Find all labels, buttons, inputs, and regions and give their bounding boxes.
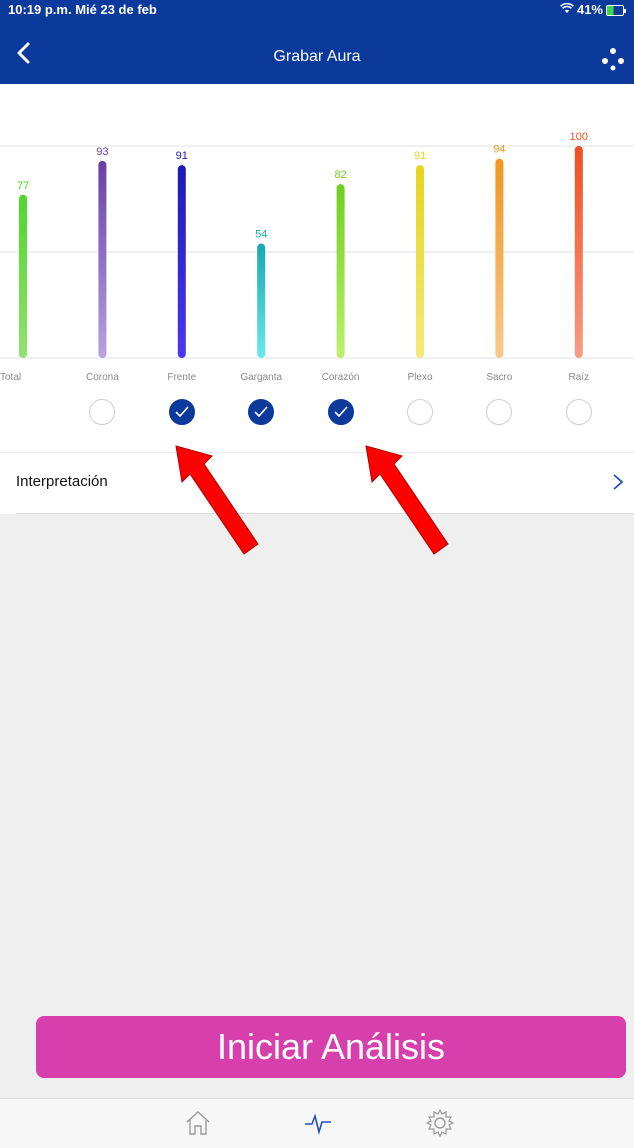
tab-record[interactable]: [302, 1107, 334, 1139]
category-label: Sacro: [486, 372, 513, 383]
checkmark-icon: [334, 406, 348, 418]
select-plexo-checkbox[interactable]: [407, 399, 433, 425]
divider: [16, 513, 634, 514]
value-label: 82: [334, 169, 346, 181]
battery-percent: 41%: [576, 2, 603, 17]
value-label: 94: [493, 144, 505, 156]
category-label: Garganta: [240, 372, 282, 383]
value-label: 100: [570, 131, 588, 143]
bar-garganta: [257, 243, 266, 358]
value-label: 91: [414, 150, 426, 162]
status-battery: 41%: [560, 0, 626, 20]
category-label: Total: [0, 372, 21, 383]
select-garganta-checkbox[interactable]: [248, 399, 275, 425]
select-corazón-checkbox[interactable]: [327, 399, 354, 425]
select-frente-checkbox[interactable]: [168, 399, 195, 425]
bar-chart: 77 Total 93 Corona 91 Frente 54 Garganta 82 Coraz…: [0, 131, 634, 383]
gear-icon: [425, 1108, 455, 1138]
checkmark-icon: [254, 406, 268, 418]
select-sacro-checkbox[interactable]: [486, 399, 513, 425]
bar-corazón: [336, 184, 345, 358]
bar-corona: [98, 160, 107, 358]
value-label: 54: [255, 229, 267, 241]
checkmark-icon: [175, 406, 189, 418]
value-label: 77: [17, 180, 29, 192]
wifi-icon: [560, 0, 574, 20]
chevron-right-icon: [613, 474, 624, 490]
dots-menu-icon: [602, 48, 624, 71]
page-title: Grabar Aura: [273, 48, 361, 65]
category-label: Plexo: [407, 372, 432, 383]
tab-home[interactable]: [182, 1107, 214, 1139]
value-label: 91: [176, 150, 188, 162]
annotation-arrow-left-icon: [175, 445, 259, 555]
bar-frente: [177, 165, 186, 358]
status-time: 10:19 p.m. Mié 23 de feb: [8, 2, 157, 17]
select-raíz-checkbox[interactable]: [565, 399, 592, 425]
tab-settings[interactable]: [424, 1107, 456, 1139]
annotation-arrow-right-icon: [365, 445, 449, 555]
home-icon: [186, 1111, 210, 1135]
category-label: Frente: [167, 372, 196, 383]
interpretation-row[interactable]: Interpretación: [0, 452, 634, 514]
bar-raíz: [574, 146, 583, 358]
select-corona-checkbox[interactable]: [89, 399, 116, 425]
nav-bar: Grabar Aura: [0, 20, 634, 84]
value-label: 93: [96, 146, 108, 158]
tab-bar: [0, 1098, 634, 1148]
chakra-chart: 77 Total 93 Corona 91 Frente 54 Garganta 82 Coraz…: [0, 84, 634, 452]
bar-total: [19, 194, 27, 358]
start-analysis-button[interactable]: Iniciar Análisis: [36, 1016, 626, 1078]
category-label: Corazón: [322, 372, 360, 383]
category-label: Raíz: [569, 372, 590, 383]
interpretation-label: Interpretación: [16, 473, 108, 490]
options-button[interactable]: [600, 46, 626, 72]
battery-icon: [606, 4, 626, 16]
bar-sacro: [495, 158, 504, 358]
chakra-selection-row: [0, 392, 634, 436]
pulse-icon: [305, 1113, 331, 1136]
bar-plexo: [416, 165, 424, 358]
category-label: Corona: [86, 372, 119, 383]
